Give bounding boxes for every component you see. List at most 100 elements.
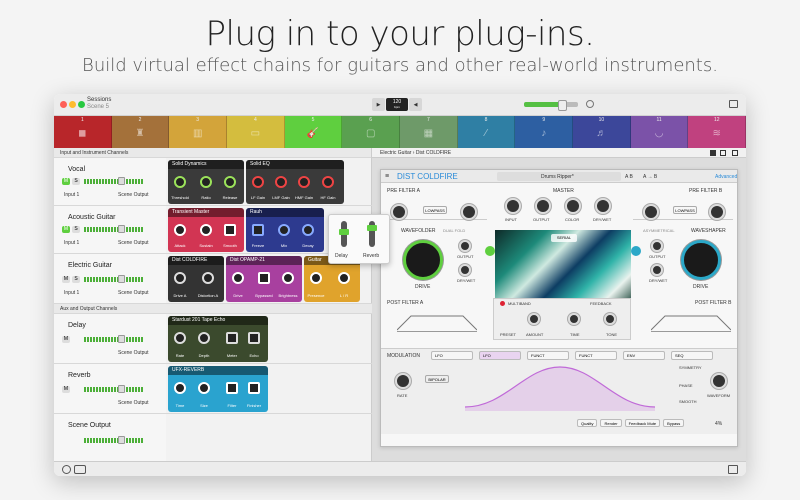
depth-knob[interactable] bbox=[198, 332, 210, 344]
modulation-tab[interactable]: ENV bbox=[623, 351, 665, 360]
master-output-knob[interactable] bbox=[535, 198, 551, 214]
lf-gain-knob[interactable] bbox=[252, 176, 264, 188]
zoom-level[interactable]: 4% bbox=[715, 421, 722, 427]
feedback-tone-knob[interactable] bbox=[604, 313, 616, 325]
menu-icon[interactable]: ≡ bbox=[385, 173, 389, 180]
layout-full-icon[interactable] bbox=[720, 150, 726, 156]
mute-button[interactable]: M bbox=[62, 386, 70, 393]
feedback-amount-knob[interactable] bbox=[528, 313, 540, 325]
master-input-knob[interactable] bbox=[505, 198, 521, 214]
preset-selector[interactable]: Drums Ripper* bbox=[497, 172, 621, 181]
scene-tab[interactable]: 2 ♜ bbox=[111, 116, 170, 148]
asymmetrical-mode[interactable]: ASYMMETRICAL bbox=[643, 228, 675, 233]
mute-button[interactable]: M bbox=[62, 276, 70, 283]
bypassed-button[interactable] bbox=[258, 272, 270, 284]
smooth-button[interactable] bbox=[224, 224, 236, 236]
output-select[interactable]: Scene Output bbox=[118, 290, 149, 296]
multiband-power-icon[interactable] bbox=[500, 301, 505, 306]
modulation-tab[interactable]: LFO bbox=[479, 351, 521, 360]
footer-button[interactable]: Quality bbox=[577, 419, 598, 427]
scene-tab[interactable]: 7 ▦ bbox=[400, 116, 458, 148]
ab-compare[interactable]: A B bbox=[625, 174, 633, 180]
scene-tab[interactable]: 4 ▭ bbox=[227, 116, 285, 148]
output-select[interactable]: Scene Output bbox=[118, 400, 149, 406]
volume-fader[interactable] bbox=[118, 275, 125, 283]
input-select[interactable]: Input 1 bbox=[64, 192, 79, 198]
play-button[interactable]: ▶ bbox=[372, 98, 385, 111]
freeze-button[interactable] bbox=[252, 224, 264, 236]
plugin-solid-dynamics[interactable]: Solid Dynamics Threshold Ratio Release bbox=[168, 160, 244, 204]
post-filter-b-curve[interactable] bbox=[650, 310, 732, 332]
wavefolder-drywet-knob[interactable] bbox=[459, 264, 471, 276]
mute-button[interactable]: M bbox=[62, 178, 70, 185]
output-select[interactable]: Scene Output bbox=[118, 240, 149, 246]
hmf-gain-knob[interactable] bbox=[298, 176, 310, 188]
mod-rate-knob[interactable] bbox=[395, 373, 411, 389]
waveshaper-drive-knob[interactable] bbox=[681, 240, 721, 280]
modulation-tab[interactable]: FUNCT bbox=[575, 351, 617, 360]
layout-split-icon[interactable] bbox=[710, 150, 716, 156]
ab-copy[interactable]: A → B bbox=[643, 174, 657, 180]
wavefolder-drive-knob[interactable] bbox=[403, 240, 443, 280]
plugin-transient-master[interactable]: Transient Master Attack Sustain Smooth bbox=[168, 208, 244, 252]
waveshaper-power-icon[interactable] bbox=[631, 246, 641, 256]
attack-knob[interactable] bbox=[174, 224, 186, 236]
sustain-knob[interactable] bbox=[200, 224, 212, 236]
scene-tab[interactable]: 5 🎸 bbox=[284, 116, 343, 148]
time-knob[interactable] bbox=[174, 382, 186, 394]
reverb-send-slider[interactable] bbox=[367, 221, 377, 247]
volume-fader[interactable] bbox=[118, 385, 125, 393]
scene-tab[interactable]: 12 ≋ bbox=[688, 116, 746, 148]
plugin-dist-coldfire[interactable]: Dist COLDFIRE Drive A Distortion A bbox=[168, 256, 224, 302]
waveshaper-drywet-knob[interactable] bbox=[651, 264, 663, 276]
scene-tab[interactable]: 3 ▥ bbox=[169, 116, 228, 148]
volume-fader[interactable] bbox=[118, 436, 125, 444]
pan-knob[interactable] bbox=[338, 272, 350, 284]
loop-icon[interactable] bbox=[74, 465, 86, 474]
keyboard-icon[interactable] bbox=[728, 465, 738, 474]
scene-tab[interactable]: 6 ▢ bbox=[342, 116, 401, 148]
lmf-gain-knob[interactable] bbox=[275, 176, 287, 188]
feedback-time-knob[interactable] bbox=[568, 313, 580, 325]
mix-knob[interactable] bbox=[278, 224, 290, 236]
scene-tab[interactable]: 10 ♬ bbox=[573, 116, 631, 148]
presence-knob[interactable] bbox=[310, 272, 322, 284]
scene-tab[interactable]: 8 ⁄ bbox=[457, 116, 516, 148]
plugin-dist-opamp[interactable]: Dist OPAMP-21 Drive Bypassed Brightness bbox=[226, 256, 302, 302]
decay-knob[interactable] bbox=[302, 224, 314, 236]
finisher-button[interactable] bbox=[248, 382, 260, 394]
hf-gain-knob[interactable] bbox=[322, 176, 334, 188]
master-volume-slider[interactable] bbox=[524, 100, 578, 111]
metronome-icon[interactable] bbox=[586, 100, 594, 108]
footer-button[interactable]: Feedback Mute bbox=[624, 419, 661, 427]
distortion-a-knob[interactable] bbox=[202, 272, 214, 284]
zoom-window-button[interactable] bbox=[78, 101, 85, 108]
post-filter-a-curve[interactable] bbox=[396, 310, 478, 332]
ratio-knob[interactable] bbox=[200, 176, 212, 188]
volume-fader[interactable] bbox=[118, 177, 125, 185]
tempo-display[interactable]: 120 bpm bbox=[386, 98, 408, 111]
scene-tab[interactable]: 1 ◼ bbox=[54, 116, 112, 148]
scene-tab[interactable]: 11 ◡ bbox=[630, 116, 689, 148]
wavefolder-power-icon[interactable] bbox=[485, 246, 495, 256]
previous-scene-button[interactable]: ◀ bbox=[409, 98, 422, 111]
mod-waveform-knob[interactable] bbox=[711, 373, 727, 389]
delay-send-slider[interactable] bbox=[339, 221, 349, 247]
sidebar-toggle-icon[interactable] bbox=[729, 100, 738, 108]
solo-button[interactable]: S bbox=[72, 178, 80, 185]
advanced-toggle[interactable]: Advanced bbox=[715, 174, 737, 180]
brightness-knob[interactable] bbox=[282, 272, 294, 284]
footer-button[interactable]: Bypass bbox=[663, 419, 685, 427]
rate-knob[interactable] bbox=[174, 332, 186, 344]
waveshaper-output-knob[interactable] bbox=[651, 240, 663, 252]
modulation-tab[interactable]: LFO bbox=[431, 351, 473, 360]
plugin-solid-eq[interactable]: Solid EQ LF Gain LMF Gain HMF Gain HF Ga… bbox=[246, 160, 344, 204]
routing-select[interactable]: SERIAL bbox=[551, 234, 577, 242]
size-knob[interactable] bbox=[198, 382, 210, 394]
detach-icon[interactable] bbox=[732, 150, 738, 156]
plugin-ufx-reverb[interactable]: UFX-REVERB Time Size Filter Finisher bbox=[168, 366, 268, 412]
pre-filter-b-mode-select[interactable]: LOWPASS bbox=[673, 206, 697, 214]
volume-fader[interactable] bbox=[118, 225, 125, 233]
output-select[interactable]: Scene Output bbox=[118, 350, 149, 356]
drive-a-knob[interactable] bbox=[174, 272, 186, 284]
